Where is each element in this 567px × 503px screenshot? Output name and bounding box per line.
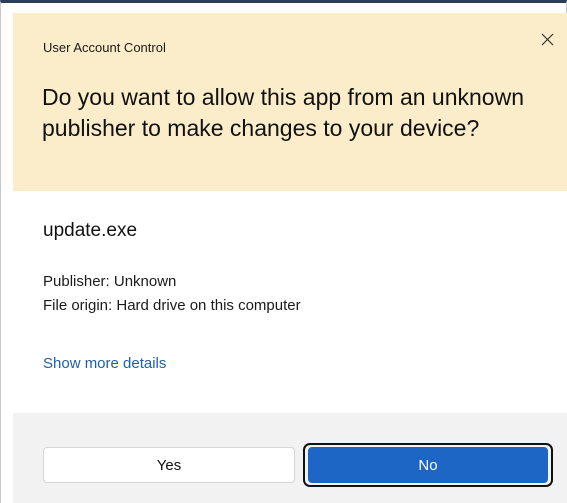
file-origin-info: File origin: Hard drive on this computer bbox=[43, 297, 301, 314]
yes-button[interactable]: Yes bbox=[43, 447, 295, 483]
close-icon bbox=[541, 33, 553, 45]
dialog-footer: Yes No bbox=[13, 413, 567, 503]
app-name: update.exe bbox=[43, 220, 138, 241]
consent-question: Do you want to allow this app from an un… bbox=[42, 84, 524, 141]
show-more-details-link[interactable]: Show more details bbox=[43, 355, 166, 372]
dialog-header: User Account Control Do you want to allo… bbox=[13, 13, 567, 191]
dialog-title: User Account Control bbox=[43, 40, 166, 55]
close-button[interactable] bbox=[535, 27, 559, 51]
no-button[interactable]: No bbox=[308, 447, 548, 483]
uac-dialog: User Account Control Do you want to allo… bbox=[0, 0, 567, 503]
publisher-info: Publisher: Unknown bbox=[43, 273, 177, 290]
dialog-content: update.exe Publisher: Unknown File origi… bbox=[13, 191, 567, 413]
